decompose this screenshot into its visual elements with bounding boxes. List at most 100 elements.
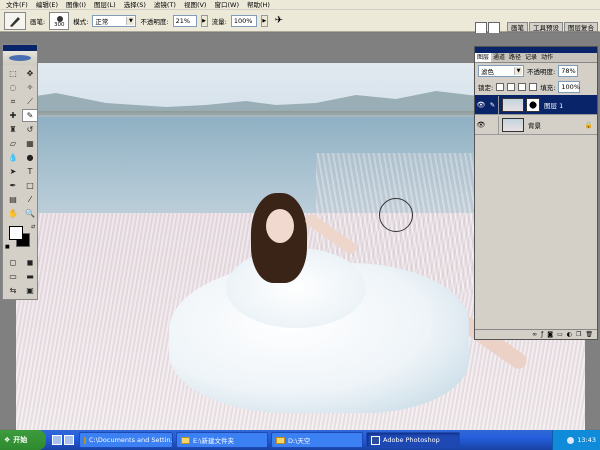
flow-input[interactable]: 100% — [230, 14, 257, 27]
link-layers-icon[interactable]: ∞ — [532, 331, 537, 338]
standard-mode-icon[interactable]: ◻ — [5, 256, 21, 269]
blend-mode-select[interactable]: 滤色 ▼ — [478, 65, 524, 77]
quick-mask-mode-icon[interactable]: ◼ — [22, 256, 38, 269]
menu-help[interactable]: 帮助(H) — [243, 0, 274, 10]
new-layer-icon[interactable]: ❐ — [576, 331, 581, 338]
menu-select[interactable]: 选择(S) — [120, 0, 150, 10]
move-tool-icon[interactable]: ✥ — [22, 67, 38, 80]
lock-position-icon[interactable] — [518, 83, 527, 91]
brush-tool-icon[interactable]: ✎ — [22, 109, 38, 122]
hand-tool-icon[interactable]: ✋ — [5, 207, 21, 220]
folder-icon — [181, 436, 190, 444]
notes-tool-icon[interactable]: ▤ — [5, 193, 21, 206]
layer-mask-thumbnail[interactable] — [526, 97, 540, 112]
layer-opacity-input[interactable]: 78% — [558, 65, 579, 77]
tab-paths[interactable]: 路径 — [507, 53, 523, 62]
task-label: C:\Documents and Settin... — [89, 436, 173, 444]
clock[interactable]: 13:43 — [577, 436, 596, 444]
opacity-slider-toggle[interactable]: ▶ — [200, 14, 208, 27]
magic-wand-tool-icon[interactable]: ✧ — [22, 81, 38, 94]
opacity-label: 不透明度: — [140, 17, 169, 26]
pen-tool-icon[interactable]: ✒ — [5, 179, 21, 192]
zoom-tool-icon[interactable]: 🔍 — [22, 207, 38, 220]
blend-mode-value: 滤色 — [481, 68, 494, 76]
trash-icon[interactable]: 🗑 — [585, 331, 593, 338]
slice-tool-icon[interactable]: ⟋ — [22, 95, 38, 108]
gradient-tool-icon[interactable]: ▦ — [22, 137, 38, 150]
tool-preset-picker[interactable] — [4, 11, 26, 30]
brush-size-picker[interactable]: 300 — [49, 11, 70, 30]
menu-file[interactable]: 文件(F) — [2, 0, 32, 10]
layer-style-icon[interactable]: ƒ — [541, 331, 543, 338]
type-tool-icon[interactable]: T — [22, 165, 38, 178]
menu-image[interactable]: 图像(I) — [62, 0, 90, 10]
tab-history[interactable]: 记录 — [523, 53, 539, 62]
screen-mode-standard-icon[interactable]: ▭ — [5, 270, 21, 283]
eraser-tool-icon[interactable]: ▱ — [5, 137, 21, 150]
fill-input[interactable]: 100% — [558, 81, 581, 93]
screen-mode-full-icon[interactable]: ▬ — [22, 270, 38, 283]
menu-view[interactable]: 视图(V) — [180, 0, 211, 10]
lock-image-icon[interactable] — [507, 83, 516, 91]
flow-slider-toggle[interactable]: ▶ — [260, 14, 268, 27]
taskbar-item-sky[interactable]: D:\天空 — [271, 432, 363, 448]
tray-icon[interactable] — [567, 436, 575, 444]
layers-panel: 图层 通道 路径 记录 动作 滤色 ▼ 不透明度: 78% 锁定: 填充: 10… — [474, 46, 598, 340]
taskbar-item-documents[interactable]: C:\Documents and Settin... — [79, 432, 173, 448]
menu-layer[interactable]: 图层(L) — [90, 0, 120, 10]
face-image — [266, 209, 294, 243]
eye-icon[interactable]: 👁 — [475, 121, 487, 129]
path-selection-tool-icon[interactable]: ➤ — [5, 165, 21, 178]
opacity-input[interactable]: 21% — [172, 14, 197, 27]
tab-layers[interactable]: 图层 — [475, 53, 492, 62]
layer-name[interactable]: 图层 1 — [544, 100, 563, 110]
airbrush-toggle[interactable]: ✈ — [272, 14, 286, 28]
well-tab-tool-presets[interactable]: 工具预设 — [529, 22, 563, 32]
lock-all-icon[interactable] — [529, 83, 538, 91]
dodge-tool-icon[interactable]: ● — [22, 151, 38, 164]
taskbar-item-photoshop[interactable]: Adobe Photoshop — [366, 432, 460, 448]
mode-select[interactable]: 正常 ▼ — [92, 14, 137, 27]
well-tab-brushes[interactable]: 画笔 — [507, 22, 528, 32]
marquee-tool-icon[interactable]: ⬚ — [5, 67, 21, 80]
show-desktop-icon[interactable] — [52, 435, 62, 445]
crop-tool-icon[interactable]: ⌗ — [5, 95, 21, 108]
jump-to-imageready-icon[interactable]: ⇆ — [5, 284, 21, 297]
clone-stamp-tool-icon[interactable]: ♜ — [5, 123, 21, 136]
brush-link-icon[interactable]: ✎ — [487, 95, 499, 114]
default-colors-icon[interactable]: ■ — [5, 244, 10, 250]
folder-icon — [276, 436, 285, 444]
healing-brush-tool-icon[interactable]: ✚ — [5, 109, 21, 122]
link-icon[interactable] — [487, 115, 499, 134]
eyedropper-tool-icon[interactable]: ⁄ — [22, 193, 38, 206]
explorer-icon[interactable] — [64, 435, 74, 445]
menu-filter[interactable]: 滤镜(T) — [150, 0, 180, 10]
history-brush-tool-icon[interactable]: ↺ — [22, 123, 38, 136]
layer-name[interactable]: 背景 — [528, 120, 541, 130]
foreground-color-swatch[interactable] — [9, 226, 23, 240]
shape-tool-icon[interactable]: □ — [22, 179, 38, 192]
menu-window[interactable]: 窗口(W) — [210, 0, 243, 10]
adjustment-layer-icon[interactable]: ◐ — [567, 331, 572, 338]
start-button[interactable]: ❖ 开始 — [0, 430, 46, 450]
layer-row-layer-1[interactable]: 👁 ✎ 图层 1 — [475, 95, 597, 115]
lock-transparency-icon[interactable] — [496, 83, 505, 91]
new-set-icon[interactable]: ▭ — [557, 331, 563, 338]
menu-bar: 文件(F) 编辑(E) 图像(I) 图层(L) 选择(S) 滤镜(T) 视图(V… — [0, 0, 600, 10]
lasso-tool-icon[interactable]: ◌ — [5, 81, 21, 94]
tab-actions[interactable]: 动作 — [539, 53, 555, 62]
add-mask-icon[interactable]: ◙ — [547, 331, 553, 338]
layer-thumbnail — [502, 97, 524, 112]
well-tab-layer-comps[interactable]: 图层复合 — [564, 22, 598, 32]
blur-tool-icon[interactable]: 💧 — [5, 151, 21, 164]
taskbar-item-new-folder[interactable]: E:\新建文件夹 — [176, 432, 268, 448]
color-swatches: ■ ⇄ — [5, 224, 35, 252]
toolbox: ⬚ ✥ ◌ ✧ ⌗ ⟋ ✚ ✎ ♜ ↺ ▱ ▦ 💧 ● ➤ T ✒ □ ▤ ⁄ … — [2, 44, 38, 300]
menu-edit[interactable]: 编辑(E) — [32, 0, 62, 10]
tab-channels[interactable]: 通道 — [491, 53, 507, 62]
swap-colors-icon[interactable]: ⇄ — [31, 224, 35, 230]
layer-row-background[interactable]: 👁 背景 🔒 — [475, 115, 597, 135]
eye-icon[interactable]: 👁 — [475, 101, 487, 109]
screen-mode-fullscreen-icon[interactable]: ▣ — [22, 284, 38, 297]
feather-logo-icon[interactable] — [3, 51, 37, 65]
